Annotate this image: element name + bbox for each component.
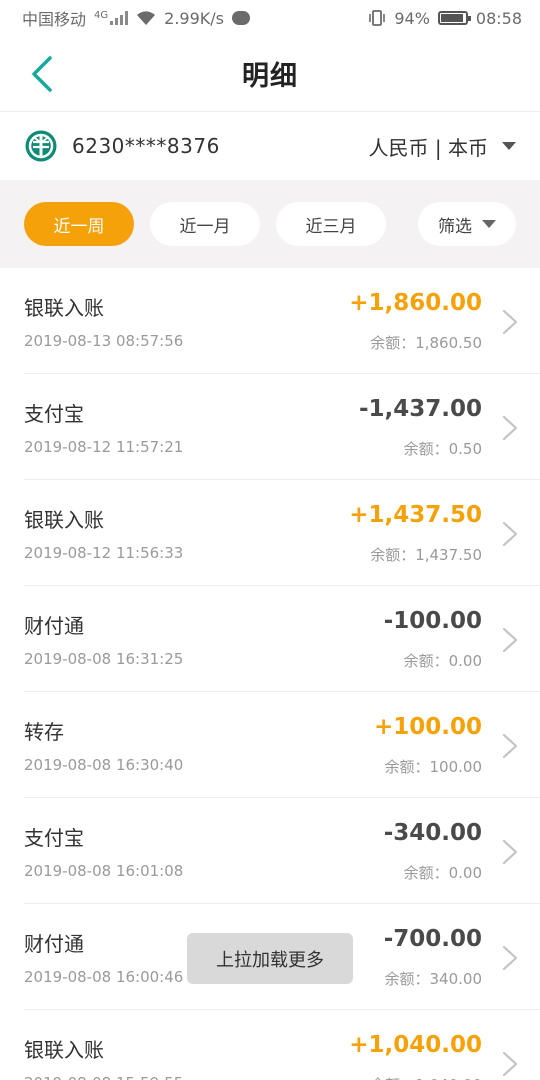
transaction-time: 2019-08-12 11:57:21 — [24, 438, 184, 456]
transaction-row[interactable]: 支付宝 2019-08-08 16:01:08 -340.00 余额：0.00 — [0, 798, 540, 904]
status-left: 中国移动 4G 2.99K/s — [22, 6, 250, 30]
currency-selector[interactable]: 人民币 | 本币 — [369, 132, 516, 161]
transaction-row[interactable]: 银联入账 2019-08-08 15:59:55 +1,040.00 余额：1,040… — [0, 1010, 540, 1080]
date-filter-bar: 近一周 近一月 近三月 筛选 — [0, 180, 540, 268]
transaction-name: 银联入账 — [24, 508, 104, 532]
filter-label: 筛选 — [438, 216, 472, 237]
chevron-right-icon — [502, 415, 518, 441]
transaction-balance: 余额：340.00 — [384, 970, 483, 988]
account-info: 6230****8376 — [24, 129, 220, 163]
caret-down-icon — [502, 142, 516, 150]
page-title: 明细 — [242, 61, 298, 92]
chevron-right-icon — [502, 627, 518, 653]
back-arrow-icon[interactable] — [24, 54, 64, 94]
network-type: 4G — [94, 10, 109, 21]
transaction-balance: 余额：0.00 — [403, 864, 482, 882]
status-bar: 中国移动 4G 2.99K/s 94% 08:58 — [0, 0, 540, 36]
battery-percent: 94% — [394, 8, 430, 28]
transaction-row[interactable]: 转存 2019-08-08 16:30:40 +100.00 余额：100.00 — [0, 692, 540, 798]
filter-three-months-button[interactable]: 近三月 — [276, 202, 386, 246]
filter-month-button[interactable]: 近一月 — [150, 202, 260, 246]
transaction-time: 2019-08-08 16:31:25 — [24, 650, 184, 668]
transaction-row[interactable]: 银联入账 2019-08-12 11:56:33 +1,437.50 余额：1,437… — [0, 480, 540, 586]
account-row: 6230****8376 人民币 | 本币 — [0, 112, 540, 180]
chevron-right-icon — [502, 1051, 518, 1077]
transaction-time: 2019-08-08 16:01:08 — [24, 862, 184, 880]
filter-week-button[interactable]: 近一周 — [24, 202, 134, 246]
transaction-time: 2019-08-12 11:56:33 — [24, 544, 184, 562]
vibrate-icon — [369, 10, 386, 26]
caret-down-icon — [482, 220, 496, 228]
transaction-amount: -340.00 — [383, 820, 482, 846]
transaction-name: 银联入账 — [24, 296, 104, 320]
transaction-time: 2019-08-08 16:30:40 — [24, 756, 184, 774]
chevron-right-icon — [502, 521, 518, 547]
transaction-row[interactable]: 银联入账 2019-08-13 08:57:56 +1,860.00 余额：1,860… — [0, 268, 540, 374]
transaction-amount: -700.00 — [383, 926, 482, 952]
chevron-right-icon — [502, 945, 518, 971]
transaction-amount: -1,437.00 — [358, 396, 482, 422]
wifi-icon — [137, 11, 156, 25]
transaction-row[interactable]: 财付通 2019-08-08 16:31:25 -100.00 余额：0.00 — [0, 586, 540, 692]
transaction-balance: 余额：1,437.50 — [370, 546, 482, 564]
transaction-row[interactable]: 支付宝 2019-08-12 11:57:21 -1,437.00 余额：0.50 — [0, 374, 540, 480]
bank-logo-icon — [25, 130, 57, 162]
battery-icon — [437, 11, 471, 25]
transaction-time: 2019-08-08 16:00:46 — [24, 968, 184, 986]
transaction-amount: +1,437.50 — [349, 502, 482, 528]
transaction-name: 转存 — [24, 720, 64, 744]
transaction-name: 财付通 — [24, 614, 84, 638]
transaction-balance: 余额：1,860.50 — [370, 334, 482, 352]
status-right: 94% 08:58 — [368, 9, 522, 28]
card-number: 6230****8376 — [72, 134, 220, 158]
transaction-amount: +1,860.00 — [349, 290, 482, 316]
transaction-name: 支付宝 — [24, 402, 84, 426]
transaction-balance: 余额：0.00 — [403, 652, 482, 670]
transaction-name: 银联入账 — [24, 1038, 104, 1062]
transaction-amount: +1,040.00 — [349, 1032, 482, 1058]
transaction-amount: -100.00 — [383, 608, 482, 634]
transaction-amount: +100.00 — [373, 714, 482, 740]
currency-label: 人民币 | 本币 — [368, 135, 488, 160]
transaction-time: 2019-08-13 08:57:56 — [24, 332, 184, 350]
chevron-right-icon — [502, 309, 518, 335]
signal-icon — [110, 11, 129, 25]
nav-header: 明细 — [0, 36, 540, 112]
carrier-name: 中国移动 — [22, 10, 87, 29]
transaction-name: 支付宝 — [24, 826, 84, 850]
clock: 08:58 — [475, 8, 522, 28]
chevron-right-icon — [502, 839, 518, 865]
network-speed: 2.99K/s — [164, 8, 224, 28]
transaction-name: 财付通 — [24, 932, 84, 956]
chevron-right-icon — [502, 733, 518, 759]
filter-dropdown-button[interactable]: 筛选 — [418, 202, 516, 246]
transaction-time: 2019-08-08 15:59:55 — [24, 1074, 183, 1080]
transaction-balance: 余额：100.00 — [384, 758, 483, 776]
load-more-toast: 上拉加载更多 — [187, 933, 353, 984]
transaction-balance: 余额：0.50 — [403, 440, 482, 458]
transaction-balance: 余额：1,040.00 — [370, 1074, 482, 1080]
message-icon — [231, 11, 250, 25]
